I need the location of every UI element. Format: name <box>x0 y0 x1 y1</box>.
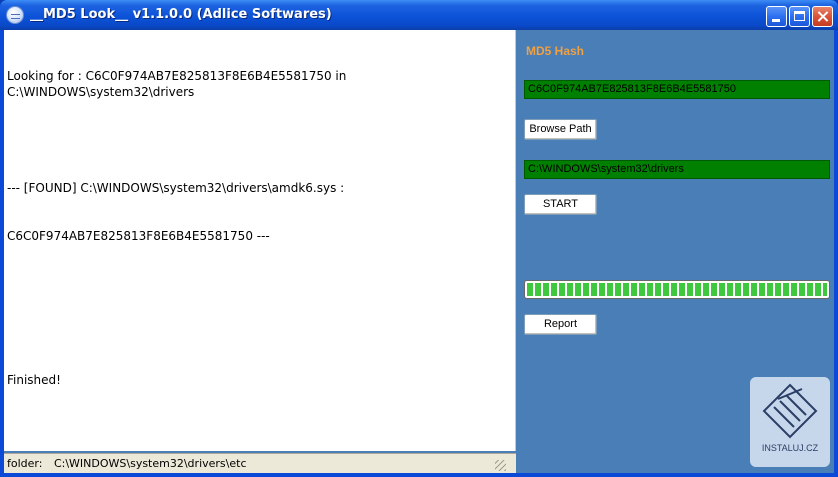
watermark-logo: INSTALUJ.CZ <box>750 377 830 467</box>
log-line <box>7 132 512 148</box>
maximize-icon <box>794 11 805 21</box>
minimize-icon <box>772 19 780 22</box>
status-folder-value: C:\WINDOWS\system32\drivers\etc <box>53 457 247 470</box>
watermark-text: INSTALUJ.CZ <box>761 443 819 453</box>
minimize-button[interactable] <box>766 6 787 27</box>
progress-bar <box>524 280 830 299</box>
start-button[interactable]: START <box>524 194 597 215</box>
log-line: Looking for : C6C0F974AB7E825813F8E6B4E5… <box>7 69 351 99</box>
app-window: __MD5 Look__ v1.1.0.0 (Adlice Softwares)… <box>0 0 838 477</box>
path-input[interactable]: C:\WINDOWS\system32\drivers <box>524 160 830 179</box>
report-button[interactable]: Report <box>524 314 597 335</box>
hash-input[interactable]: C6C0F974AB7E825813F8E6B4E5581750 <box>524 80 830 99</box>
browse-path-button[interactable]: Browse Path <box>524 119 597 140</box>
log-line <box>7 324 512 340</box>
log-line: --- [FOUND] C:\WINDOWS\system32\drivers\… <box>7 181 345 195</box>
md5-hash-label: MD5 Hash <box>526 44 585 58</box>
status-bar: folder: C:\WINDOWS\system32\drivers\etc <box>4 453 516 473</box>
log-output[interactable]: Looking for : C6C0F974AB7E825813F8E6B4E5… <box>4 30 516 451</box>
status-folder-label: folder: <box>7 457 43 470</box>
resize-grip-icon[interactable] <box>495 460 506 471</box>
window-title: __MD5 Look__ v1.1.0.0 (Adlice Softwares) <box>30 7 332 22</box>
client-area: Looking for : C6C0F974AB7E825813F8E6B4E5… <box>4 30 834 473</box>
log-line: C6C0F974AB7E825813F8E6B4E5581750 --- <box>7 229 270 243</box>
close-button[interactable] <box>812 6 833 27</box>
log-line: Finished! <box>7 373 61 387</box>
control-panel: MD5 Hash C6C0F974AB7E825813F8E6B4E558175… <box>520 30 834 473</box>
log-line <box>7 276 512 292</box>
maximize-button[interactable] <box>789 6 810 27</box>
progress-fill <box>527 283 827 296</box>
app-icon[interactable] <box>6 6 24 24</box>
title-bar[interactable]: __MD5 Look__ v1.1.0.0 (Adlice Softwares) <box>0 0 838 30</box>
instaluj-logo-icon <box>762 383 818 439</box>
